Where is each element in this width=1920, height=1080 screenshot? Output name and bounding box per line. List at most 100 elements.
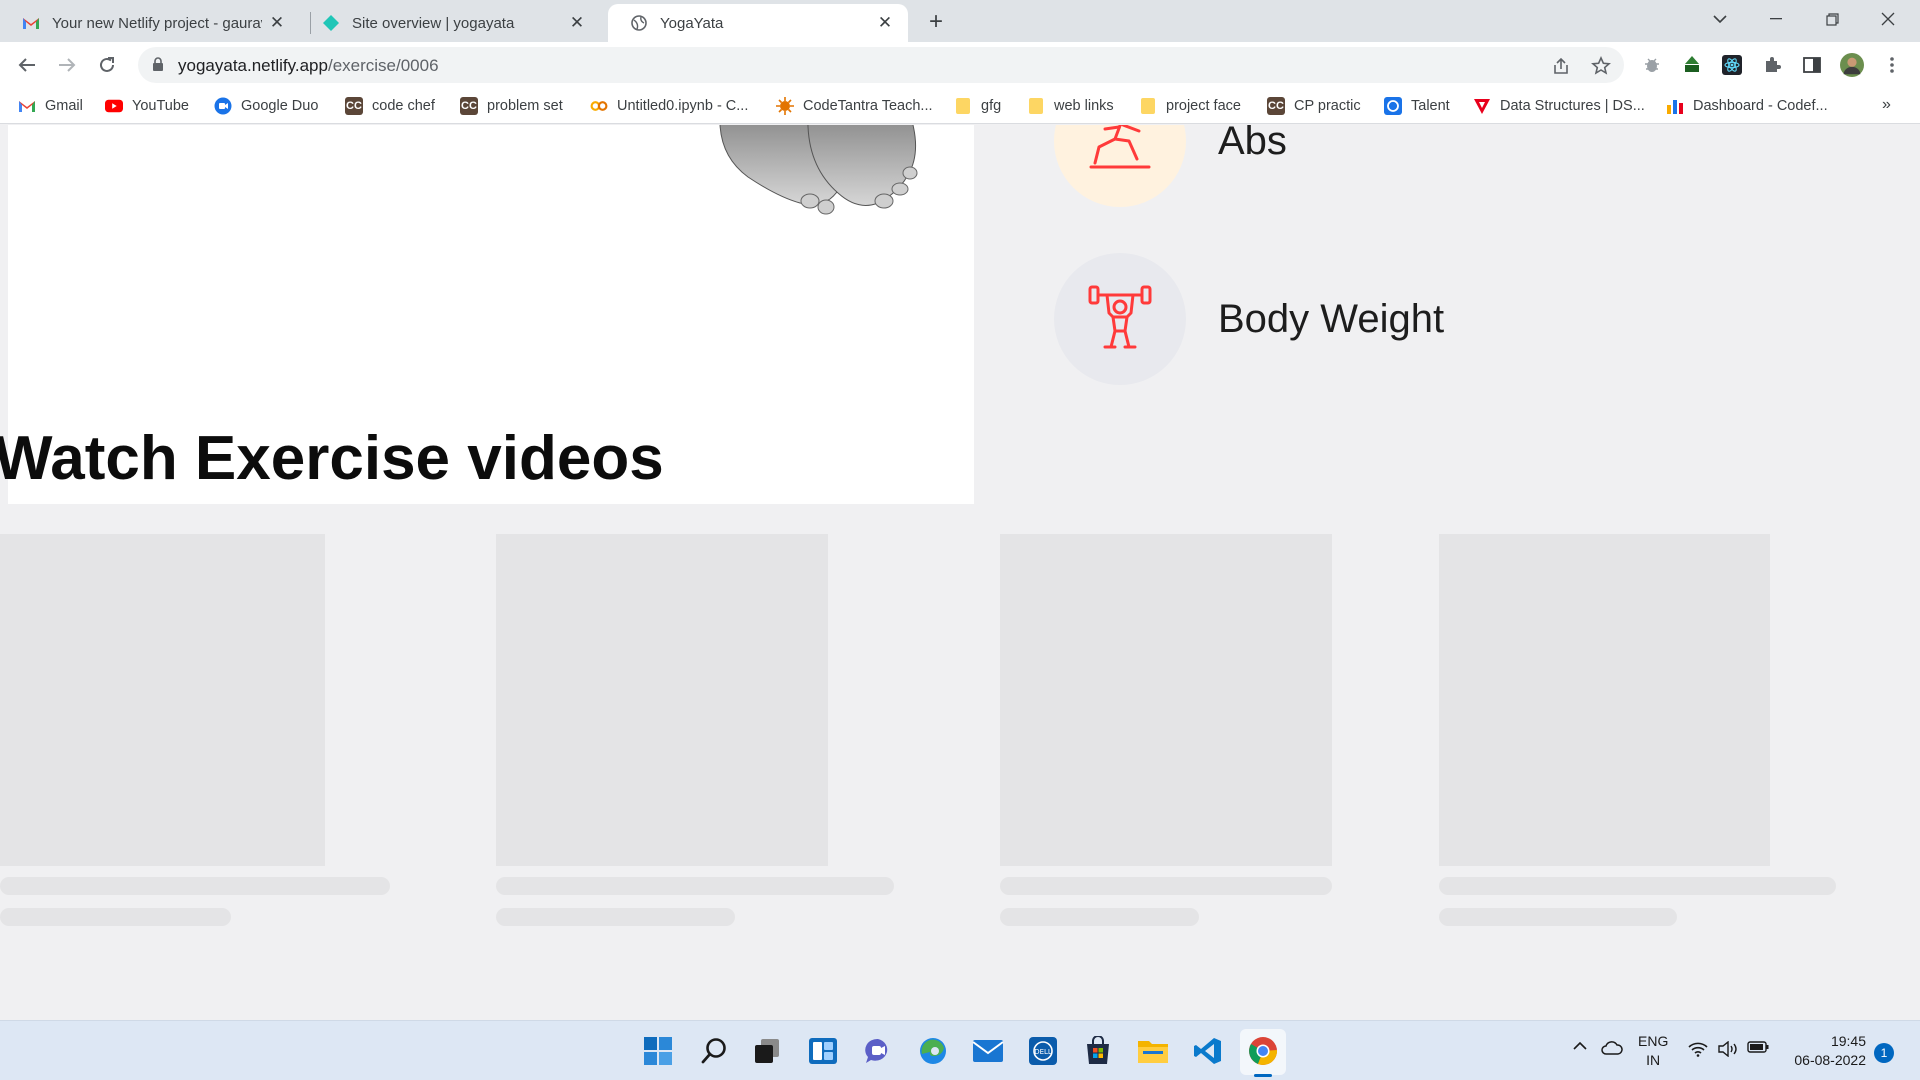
codechef-icon: CC (460, 97, 478, 115)
video-thumbnail-placeholder (1439, 534, 1770, 866)
edge-icon[interactable] (915, 1033, 951, 1069)
folder-icon (1139, 97, 1157, 115)
notification-badge[interactable]: 1 (1874, 1043, 1894, 1063)
bookmark-codeforces[interactable]: Dashboard - Codef... (1666, 94, 1828, 118)
tab-search-icon[interactable] (1692, 0, 1748, 38)
extensions-puzzle-icon[interactable] (1760, 53, 1784, 77)
microsoft-store-icon[interactable] (1080, 1033, 1116, 1069)
start-icon[interactable] (640, 1033, 676, 1069)
gmail-icon (18, 97, 36, 115)
tab-title: Your new Netlify project - gaurav (52, 14, 262, 32)
mail-icon[interactable] (970, 1033, 1006, 1069)
video-title-placeholder (1439, 877, 1836, 895)
forward-button[interactable] (52, 50, 82, 80)
clock-time: 19:45 (1830, 1033, 1866, 1049)
back-button[interactable] (12, 50, 42, 80)
minimize-button[interactable] (1748, 0, 1804, 38)
bookmark-folder-gfg[interactable]: gfg (954, 94, 1001, 118)
bookmark-google-duo[interactable]: Google Duo (214, 94, 318, 118)
reload-button[interactable] (92, 50, 122, 80)
tab-strip: Your new Netlify project - gaurav ✕ Site… (0, 0, 1920, 42)
tab-netlify[interactable]: Site overview | yogayata ✕ (300, 4, 600, 42)
bookmark-label: Gmail (45, 98, 83, 114)
bookmark-label: web links (1054, 98, 1114, 114)
category-body-weight[interactable]: Body Weight (1054, 253, 1444, 385)
bookmark-colab[interactable]: Untitled0.ipynb - C... (590, 94, 748, 118)
battery-icon[interactable] (1746, 1041, 1770, 1053)
youtube-icon (105, 97, 123, 115)
bookmark-gmail[interactable]: Gmail (18, 94, 83, 118)
tab-gmail[interactable]: Your new Netlify project - gaurav ✕ (0, 4, 300, 42)
profile-avatar-icon[interactable] (1840, 53, 1864, 77)
bookmark-label: CP practic (1294, 98, 1361, 114)
file-explorer-icon[interactable] (1135, 1033, 1171, 1069)
bookmark-cp-practic[interactable]: CC CP practic (1267, 94, 1361, 118)
video-title-placeholder (496, 877, 894, 895)
close-icon[interactable]: ✕ (876, 13, 894, 32)
page-content: Abs Body Weight Watch Exercise videos (0, 125, 1920, 1020)
widgets-icon[interactable] (805, 1033, 841, 1069)
category-circle (1054, 125, 1186, 207)
url-host: yogayata.netlify.app (178, 56, 328, 75)
category-circle (1054, 253, 1186, 385)
vscode-icon[interactable] (1190, 1033, 1226, 1069)
volume-icon[interactable] (1716, 1041, 1740, 1057)
html-extension-icon[interactable] (1680, 53, 1704, 77)
tutorial-icon (1473, 97, 1491, 115)
side-panel-icon[interactable] (1800, 53, 1824, 77)
bookmark-codetantra[interactable]: CodeTantra Teach... (776, 94, 933, 118)
bookmark-label: gfg (981, 98, 1002, 114)
address-bar[interactable]: yogayata.netlify.app/exercise/0006 (138, 47, 1624, 83)
clock-date: 06-08-2022 (1794, 1052, 1866, 1068)
bookmark-label: Data Structures | DS... (1500, 98, 1645, 114)
bookmarks-bar: Gmail YouTube Google Duo CC code chef CC… (0, 88, 1920, 124)
wifi-icon[interactable] (1686, 1041, 1710, 1057)
codechef-icon: CC (1267, 97, 1285, 115)
restore-button[interactable] (1804, 0, 1860, 38)
close-icon[interactable]: ✕ (568, 13, 586, 32)
new-tab-button[interactable]: + (922, 8, 950, 36)
bookmark-label: CodeTantra Teach... (803, 98, 933, 114)
colab-icon (590, 97, 608, 115)
bookmark-data-structures[interactable]: Data Structures | DS... (1473, 94, 1645, 118)
bookmark-label: YouTube (132, 98, 189, 114)
video-thumbnail-placeholder (1000, 534, 1332, 866)
task-view-icon[interactable] (749, 1033, 785, 1069)
menu-kebab-icon[interactable] (1880, 53, 1904, 77)
bookmark-label: Untitled0.ipynb - C... (617, 98, 749, 114)
talent-icon (1384, 97, 1402, 115)
close-window-button[interactable] (1860, 0, 1916, 38)
folder-icon (954, 97, 972, 115)
section-title: Watch Exercise videos (0, 424, 664, 493)
system-clock[interactable]: 19:45 06-08-2022 (1768, 1032, 1866, 1070)
search-icon[interactable] (696, 1033, 732, 1069)
browser-toolbar: yogayata.netlify.app/exercise/0006 (0, 42, 1920, 88)
bookmark-star-icon[interactable] (1590, 55, 1612, 77)
video-title-placeholder (0, 877, 390, 895)
onedrive-cloud-icon[interactable] (1600, 1041, 1624, 1055)
bookmark-code-chef[interactable]: CC code chef (345, 94, 435, 118)
video-title-placeholder (1000, 877, 1332, 895)
bookmarks-overflow-button[interactable]: » (1882, 96, 1891, 114)
language-indicator[interactable]: ENG IN (1638, 1032, 1668, 1070)
video-thumbnail-placeholder (496, 534, 828, 866)
share-icon[interactable] (1550, 55, 1572, 77)
bookmark-talent[interactable]: Talent (1384, 94, 1450, 118)
category-abs[interactable]: Abs (1054, 125, 1287, 207)
bookmark-youtube[interactable]: YouTube (105, 94, 189, 118)
video-channel-placeholder (0, 908, 231, 926)
react-devtools-icon[interactable] (1720, 53, 1744, 77)
folder-icon (1027, 97, 1045, 115)
bookmark-folder-web-links[interactable]: web links (1027, 94, 1114, 118)
language-region: IN (1646, 1052, 1661, 1068)
chevron-up-icon[interactable] (1570, 1041, 1590, 1050)
bookmark-folder-project-face[interactable]: project face (1139, 94, 1241, 118)
teams-chat-icon[interactable] (860, 1033, 896, 1069)
dell-icon[interactable]: DELL (1025, 1033, 1061, 1069)
bookmark-problem-set[interactable]: CC problem set (460, 94, 563, 118)
video-channel-placeholder (1000, 908, 1199, 926)
chrome-icon[interactable] (1245, 1033, 1281, 1069)
close-icon[interactable]: ✕ (268, 13, 286, 32)
tab-yogayata[interactable]: YogaYata ✕ (608, 4, 908, 42)
bug-extension-icon[interactable] (1640, 53, 1664, 77)
